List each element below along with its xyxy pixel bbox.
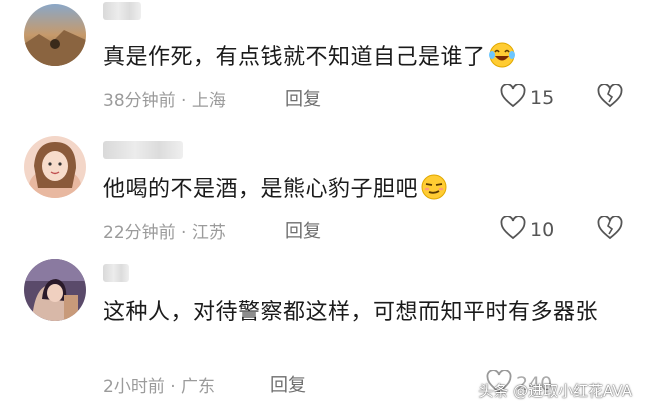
comment-text: 他喝的不是酒，是熊心豹子胆吧	[103, 172, 623, 212]
laughing-tears-icon	[488, 41, 516, 80]
username-blurred[interactable]	[103, 2, 141, 20]
comment-time: 38分钟前	[103, 91, 176, 111]
dislike-button[interactable]	[597, 83, 623, 112]
heart-icon	[500, 83, 526, 112]
avatar[interactable]	[24, 136, 86, 198]
username-blurred[interactable]	[103, 264, 129, 282]
comment-text-content: 真是作死，有点钱就不知道自己是谁了	[103, 45, 486, 70]
comment-text: 这种人，对待警察都这样，可想而知平时有多器张	[103, 300, 599, 325]
comment-time: 2小时前	[103, 377, 165, 397]
comment-meta: 2小时前 · 广东	[103, 372, 215, 397]
avatar[interactable]	[24, 259, 86, 321]
reply-button[interactable]: 回复	[270, 371, 306, 397]
comment-text-content: 他喝的不是酒，是熊心豹子胆吧	[103, 177, 419, 202]
comment-text: 真是作死，有点钱就不知道自己是谁了	[103, 40, 623, 80]
username-blurred[interactable]	[103, 141, 183, 159]
smirk-icon	[420, 173, 448, 212]
dislike-button[interactable]	[597, 215, 623, 244]
like-button[interactable]: 15	[500, 83, 555, 112]
broken-heart-icon	[597, 215, 623, 244]
reply-button[interactable]: 回复	[285, 217, 321, 243]
comment-meta: 38分钟前 · 上海	[103, 86, 226, 111]
meta-separator: ·	[181, 91, 192, 111]
like-button[interactable]: 10	[500, 215, 555, 244]
like-count: 15	[530, 87, 555, 109]
watermark: 头条 @进取小红花AVA	[478, 382, 632, 400]
broken-heart-icon	[597, 83, 623, 112]
avatar[interactable]	[24, 4, 86, 66]
meta-separator: ·	[181, 223, 192, 243]
reply-button[interactable]: 回复	[285, 85, 321, 111]
comment-time: 22分钟前	[103, 223, 176, 243]
comment-meta: 22分钟前 · 江苏	[103, 218, 226, 243]
like-count: 10	[530, 219, 555, 241]
comment-location: 江苏	[191, 223, 226, 243]
comment-location: 广东	[181, 377, 216, 397]
heart-icon	[500, 215, 526, 244]
comment-location: 上海	[191, 91, 226, 111]
meta-separator: ·	[170, 377, 182, 397]
